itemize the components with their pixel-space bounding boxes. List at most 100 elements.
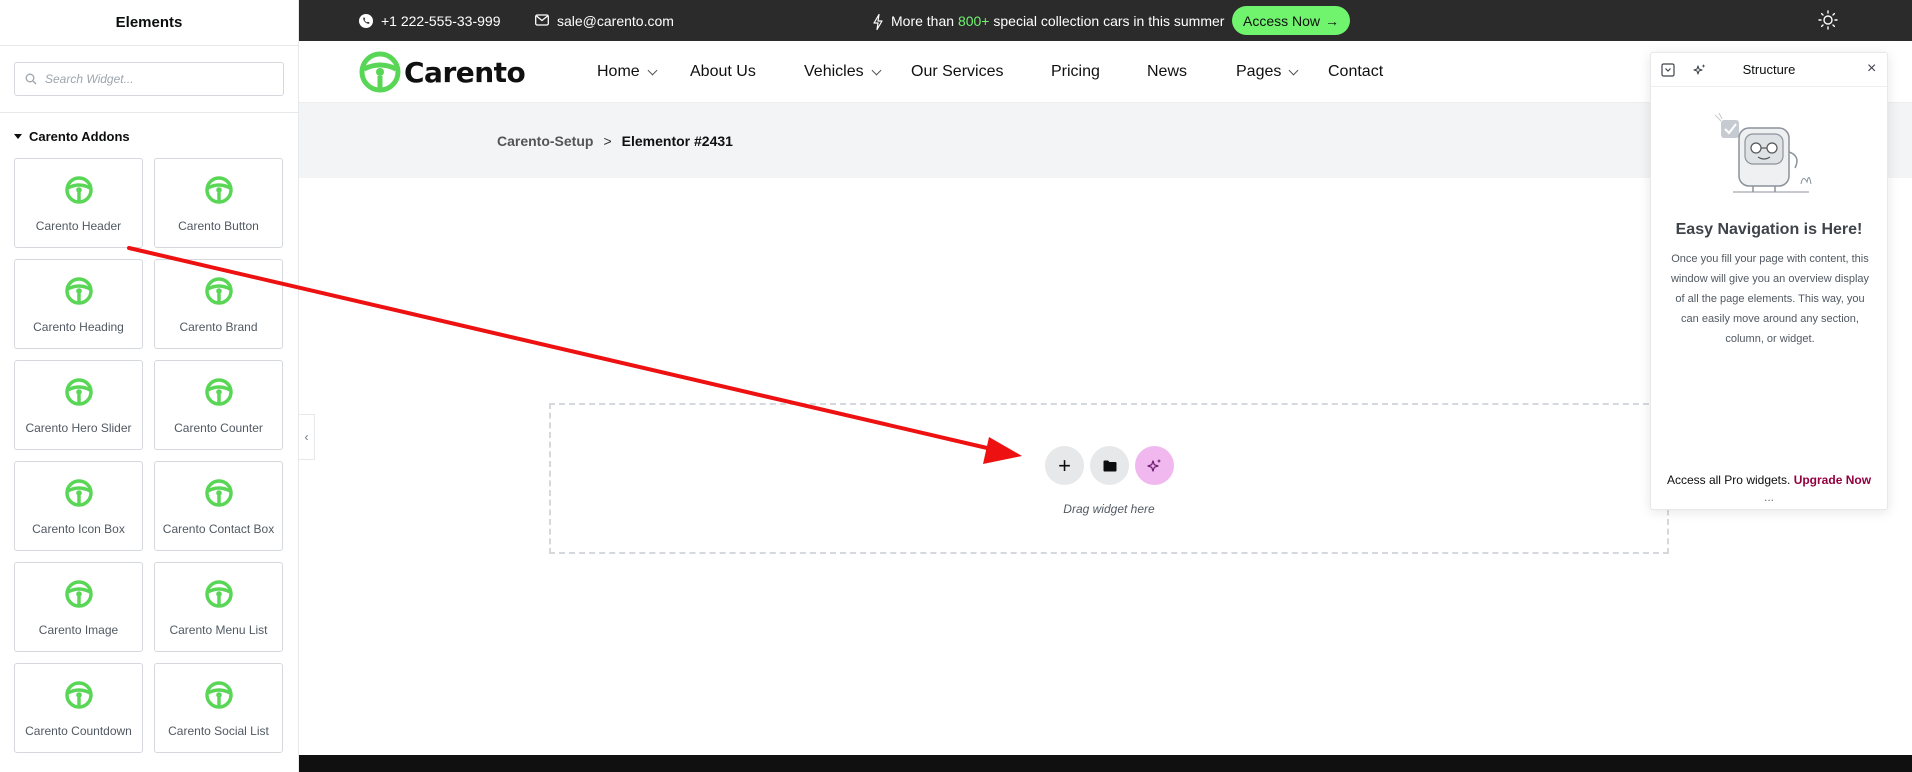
promo-text-after: special collection cars in this summer: [989, 12, 1225, 29]
nav-item-contact[interactable]: Contact: [1328, 41, 1383, 103]
widget-card[interactable]: Carento Button: [154, 158, 283, 248]
breadcrumb-separator: >: [603, 132, 612, 149]
search-box[interactable]: [14, 62, 284, 96]
category-toggle[interactable]: Carento Addons: [0, 113, 298, 158]
breadcrumb: Carento-Setup > Elementor #2431: [497, 103, 733, 178]
widget-card[interactable]: Carento Hero Slider: [14, 360, 143, 450]
chevron-down-icon: [1288, 65, 1299, 75]
structure-header: Structure ×: [1651, 53, 1887, 87]
nav-item-services[interactable]: Our Services: [911, 41, 1003, 103]
structure-heading: Easy Navigation is Here!: [1675, 221, 1863, 238]
pro-promo: Access all Pro widgets. Upgrade Now: [1651, 473, 1887, 487]
structure-body: Once you fill your page with content, th…: [1670, 253, 1870, 345]
topbar-email-text: sale@carento.com: [557, 12, 674, 29]
steering-wheel-icon: [64, 276, 94, 306]
steering-wheel-icon: [204, 175, 234, 205]
arrow-right-icon: →: [1325, 12, 1340, 29]
widget-label: Carento Contact Box: [162, 522, 275, 536]
close-icon[interactable]: ×: [1867, 61, 1881, 77]
steering-wheel-icon: [64, 680, 94, 710]
topbar-email[interactable]: sale@carento.com: [535, 0, 674, 41]
nav-label: News: [1147, 63, 1188, 80]
widget-drop-zone[interactable]: + Drag widget here: [549, 403, 1669, 554]
widget-card[interactable]: Carento Icon Box: [14, 461, 143, 551]
steering-wheel-icon: [64, 478, 94, 508]
widget-card[interactable]: Carento Image: [14, 562, 143, 652]
access-now-button[interactable]: Access Now →: [1232, 6, 1351, 35]
steering-wheel-icon: [204, 680, 234, 710]
steering-wheel-icon: [204, 377, 234, 407]
panel-title: Elements: [115, 14, 183, 31]
widget-card[interactable]: Carento Social List: [154, 663, 283, 753]
add-section-button[interactable]: +: [1045, 446, 1084, 485]
widget-label: Carento Countdown: [25, 724, 132, 738]
nav-item-vehicles[interactable]: Vehicles: [804, 41, 882, 103]
nav-label: Vehicles: [804, 63, 864, 80]
chevron-down-icon: [871, 65, 882, 75]
nav-label: Home: [597, 63, 640, 80]
widget-card[interactable]: Carento Menu List: [154, 562, 283, 652]
bolt-icon: [873, 13, 883, 30]
widget-label: Carento Heading: [33, 320, 124, 334]
topbar-phone[interactable]: +1 222-555-33-999: [359, 0, 501, 41]
phone-icon: [359, 13, 373, 28]
nav-item-pricing[interactable]: Pricing: [1051, 41, 1100, 103]
widget-card[interactable]: Carento Counter: [154, 360, 283, 450]
upgrade-now-link[interactable]: Upgrade Now: [1794, 473, 1871, 487]
plus-icon: +: [1058, 452, 1071, 478]
widget-card[interactable]: Carento Countdown: [14, 663, 143, 753]
widget-card[interactable]: Carento Brand: [154, 259, 283, 349]
widget-label: Carento Hero Slider: [25, 421, 132, 435]
nav-item-news[interactable]: News: [1147, 41, 1187, 103]
widget-label: Carento Brand: [179, 320, 258, 334]
nav-item-about[interactable]: About Us: [690, 41, 756, 103]
nav-item-pages[interactable]: Pages: [1236, 41, 1299, 103]
widget-card[interactable]: Carento Contact Box: [154, 461, 283, 551]
drop-hint: Drag widget here: [1063, 502, 1155, 516]
steering-wheel-icon: [64, 377, 94, 407]
promo-text-before: More than: [891, 12, 958, 29]
widget-label: Carento Menu List: [169, 623, 268, 637]
elements-panel: Elements Carento Addons Carento HeaderCa…: [0, 0, 299, 772]
chevron-left-icon: ‹: [304, 430, 309, 444]
nav-label: Pages: [1236, 63, 1282, 80]
search-wrap: [0, 46, 298, 113]
resize-handle[interactable]: ...: [1651, 491, 1887, 503]
widget-label: Carento Image: [38, 623, 119, 637]
pro-promo-text: Access all Pro widgets.: [1666, 473, 1791, 487]
search-input[interactable]: [45, 72, 273, 86]
caret-down-icon: [14, 134, 22, 139]
structure-panel: Structure × Easy Navigation is Here! Onc…: [1650, 52, 1888, 510]
widget-grid: Carento Header Carento Button Carento Head…: [0, 158, 298, 753]
breadcrumb-parent[interactable]: Carento-Setup: [497, 133, 593, 149]
structure-title: Structure: [1742, 62, 1796, 77]
nav-item-home[interactable]: Home: [597, 41, 658, 103]
access-now-label: Access Now: [1243, 12, 1321, 29]
widget-card[interactable]: Carento Header: [14, 158, 143, 248]
steering-wheel-icon: [204, 478, 234, 508]
site-logo[interactable]: Carento: [359, 51, 526, 93]
topbar: +1 222-555-33-999 sale@carento.com More …: [299, 0, 1912, 41]
logo-text: Carento: [404, 55, 526, 89]
sun-icon[interactable]: [1818, 10, 1838, 30]
footer-strip: [299, 755, 1912, 772]
topbar-phone-text: +1 222-555-33-999: [381, 12, 501, 29]
steering-wheel-icon: [64, 175, 94, 205]
promo-highlight: 800+: [957, 12, 990, 29]
search-icon: [25, 73, 37, 85]
sparkle-icon: [1146, 458, 1163, 474]
nav-label: Our Services: [911, 63, 1004, 80]
nav-label: Contact: [1328, 63, 1384, 80]
sparkle-icon[interactable]: [1693, 63, 1707, 77]
add-template-button[interactable]: [1090, 446, 1129, 485]
chevron-down-icon: [647, 65, 658, 75]
collapse-toggle-icon[interactable]: [1661, 63, 1675, 77]
widget-card[interactable]: Carento Heading: [14, 259, 143, 349]
ai-generate-button[interactable]: [1135, 446, 1174, 485]
widget-label: Carento Header: [35, 219, 122, 233]
collapse-panel-button[interactable]: ‹: [299, 414, 315, 460]
steering-wheel-icon: [204, 579, 234, 609]
dropzone-buttons: +: [1045, 446, 1174, 485]
folder-icon: [1103, 460, 1117, 472]
widget-label: Carento Button: [178, 219, 259, 233]
